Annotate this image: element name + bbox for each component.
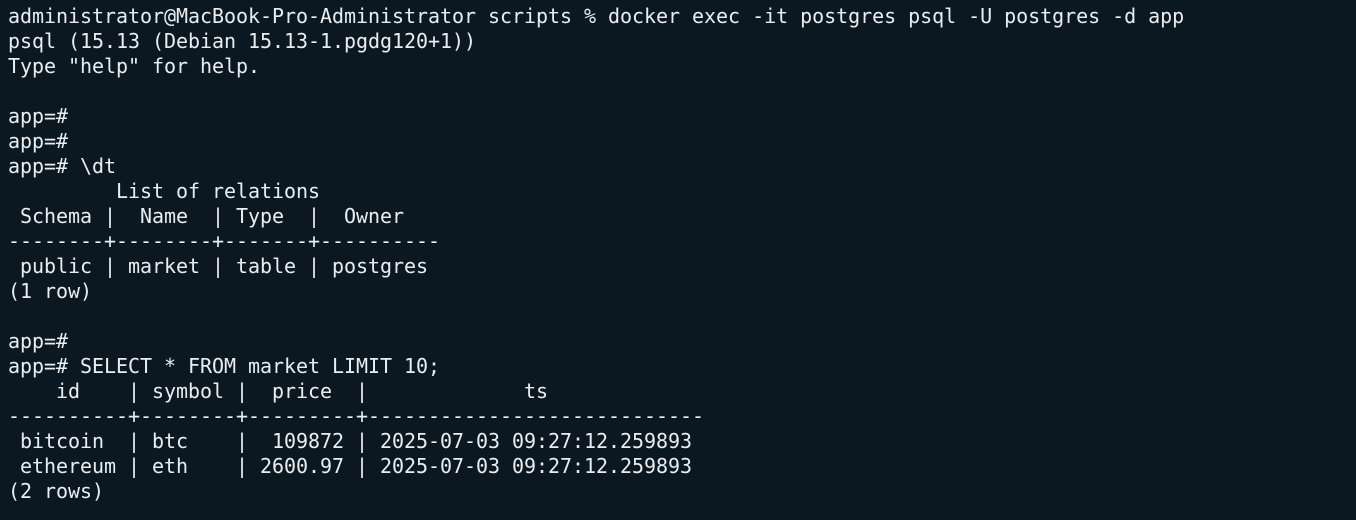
psql-prompt-line: app=#	[8, 104, 69, 128]
psql-version-line: psql (15.13 (Debian 15.13-1.pgdg120+1))	[8, 29, 477, 53]
terminal-window[interactable]: administrator@MacBook-Pro-Administrator …	[0, 0, 1356, 520]
psql-prompt-line: app=#	[8, 329, 69, 353]
dt-command-line: app=# \dt	[8, 154, 117, 178]
relations-row-count: (1 row)	[8, 279, 93, 303]
help-hint-line: Type "help" for help.	[8, 54, 261, 78]
market-row: bitcoin | btc | 109872 | 2025-07-03 09:2…	[8, 429, 693, 453]
select-command-line: app=# SELECT * FROM market LIMIT 10;	[8, 354, 441, 378]
market-row: ethereum | eth | 2600.97 | 2025-07-03 09…	[8, 454, 693, 478]
psql-prompt-line: app=#	[8, 129, 69, 153]
market-row-count: (2 rows)	[8, 479, 105, 503]
market-header: id | symbol | price | ts	[8, 379, 549, 403]
shell-command-line: administrator@MacBook-Pro-Administrator …	[8, 4, 1185, 28]
relations-separator: --------+--------+-------+----------	[8, 229, 441, 253]
relations-header: Schema | Name | Type | Owner	[8, 204, 405, 228]
relations-row: public | market | table | postgres	[8, 254, 429, 278]
terminal-input-area[interactable]	[0, 510, 1356, 520]
relations-title: List of relations	[8, 179, 321, 203]
market-separator: ----------+--------+---------+----------…	[8, 404, 705, 428]
